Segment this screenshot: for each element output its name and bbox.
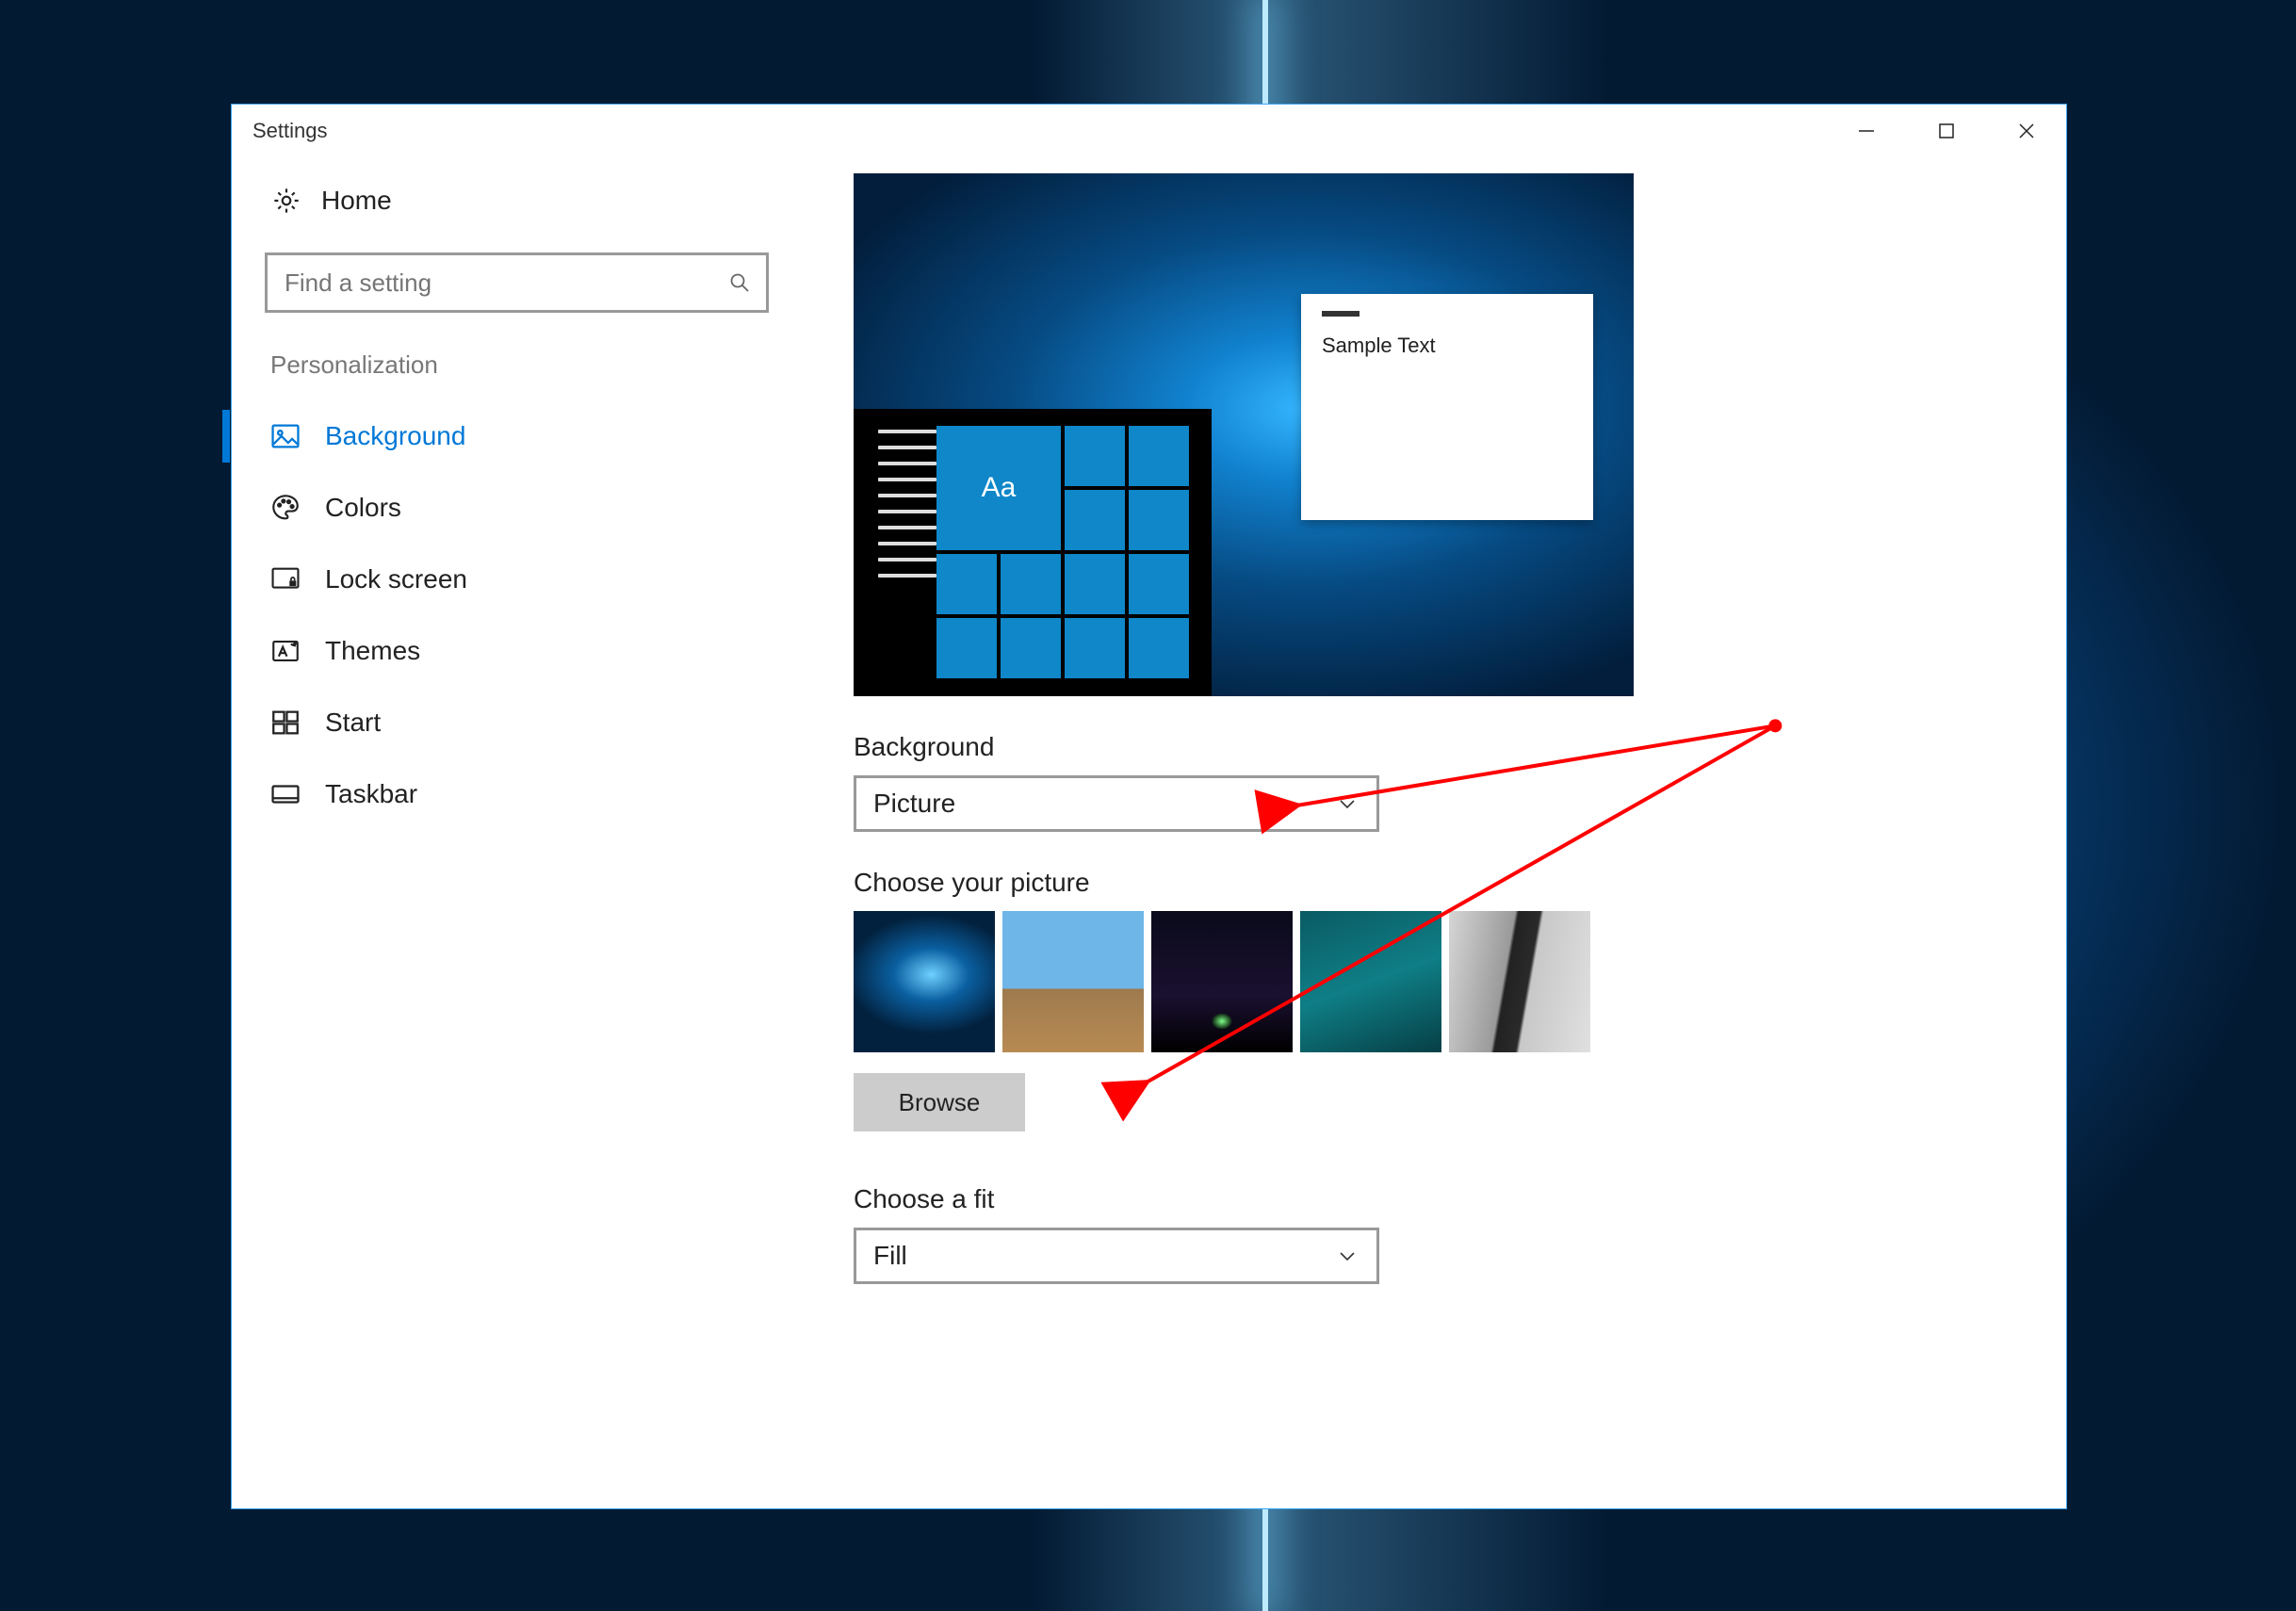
preview-tile-aa: Aa — [936, 426, 1061, 550]
picture-thumb-1[interactable] — [854, 911, 995, 1052]
palette-icon — [269, 491, 302, 525]
sidebar-item-taskbar[interactable]: Taskbar — [255, 760, 778, 828]
picture-thumb-2[interactable] — [1002, 911, 1144, 1052]
sidebar-item-label: Background — [325, 421, 465, 451]
sidebar-item-lockscreen[interactable]: Lock screen — [255, 545, 778, 613]
preview-start-panel: Aa — [854, 409, 1212, 696]
picture-thumbnails — [854, 911, 2028, 1052]
sidebar-item-start[interactable]: Start — [255, 689, 778, 757]
home-label: Home — [321, 186, 392, 216]
sidebar-item-themes[interactable]: Themes — [255, 617, 778, 685]
sidebar-item-colors[interactable]: Colors — [255, 474, 778, 542]
desktop-preview: Aa Sample Text — [854, 173, 1634, 696]
preview-window-card: Sample Text — [1301, 294, 1593, 520]
background-label: Background — [854, 732, 2028, 762]
sidebar-item-label: Colors — [325, 493, 401, 523]
sidebar: Home Personalization Background Colo — [232, 156, 802, 1508]
minimize-icon — [1857, 122, 1876, 140]
search-input[interactable] — [285, 268, 726, 298]
close-button[interactable] — [1986, 105, 2066, 156]
sidebar-item-label: Taskbar — [325, 779, 417, 809]
sidebar-item-label: Lock screen — [325, 564, 467, 594]
fit-label: Choose a fit — [854, 1184, 2028, 1214]
picture-thumb-4[interactable] — [1300, 911, 1441, 1052]
search-box[interactable] — [265, 252, 769, 313]
sidebar-item-label: Themes — [325, 636, 420, 666]
close-icon — [2017, 122, 2036, 140]
picture-thumb-3[interactable] — [1151, 911, 1293, 1052]
themes-icon — [269, 634, 302, 668]
section-label: Personalization — [265, 350, 769, 380]
fit-dropdown-value: Fill — [873, 1241, 907, 1271]
chevron-down-icon — [1335, 791, 1360, 816]
gear-icon — [270, 185, 302, 217]
search-icon — [726, 269, 753, 296]
sidebar-item-label: Start — [325, 708, 381, 738]
preview-sample-text: Sample Text — [1322, 334, 1572, 358]
settings-window: Settings Home Persona — [231, 104, 2067, 1509]
background-dropdown-value: Picture — [873, 789, 955, 819]
sidebar-item-background[interactable]: Background — [255, 402, 778, 470]
picture-icon — [269, 419, 302, 453]
start-icon — [269, 706, 302, 740]
browse-button[interactable]: Browse — [854, 1073, 1025, 1131]
browse-button-label: Browse — [899, 1088, 981, 1117]
chevron-down-icon — [1335, 1244, 1360, 1268]
maximize-icon — [1938, 122, 1955, 139]
fit-dropdown[interactable]: Fill — [854, 1228, 1379, 1284]
lockscreen-icon — [269, 562, 302, 596]
choose-picture-label: Choose your picture — [854, 868, 2028, 898]
titlebar: Settings — [232, 105, 2066, 156]
window-title: Settings — [252, 119, 328, 143]
background-dropdown[interactable]: Picture — [854, 775, 1379, 832]
home-nav[interactable]: Home — [265, 175, 769, 226]
maximize-button[interactable] — [1906, 105, 1986, 156]
picture-thumb-5[interactable] — [1449, 911, 1590, 1052]
content-pane: Aa Sample Text Background Picture — [802, 156, 2066, 1508]
taskbar-icon — [269, 777, 302, 811]
minimize-button[interactable] — [1826, 105, 1906, 156]
